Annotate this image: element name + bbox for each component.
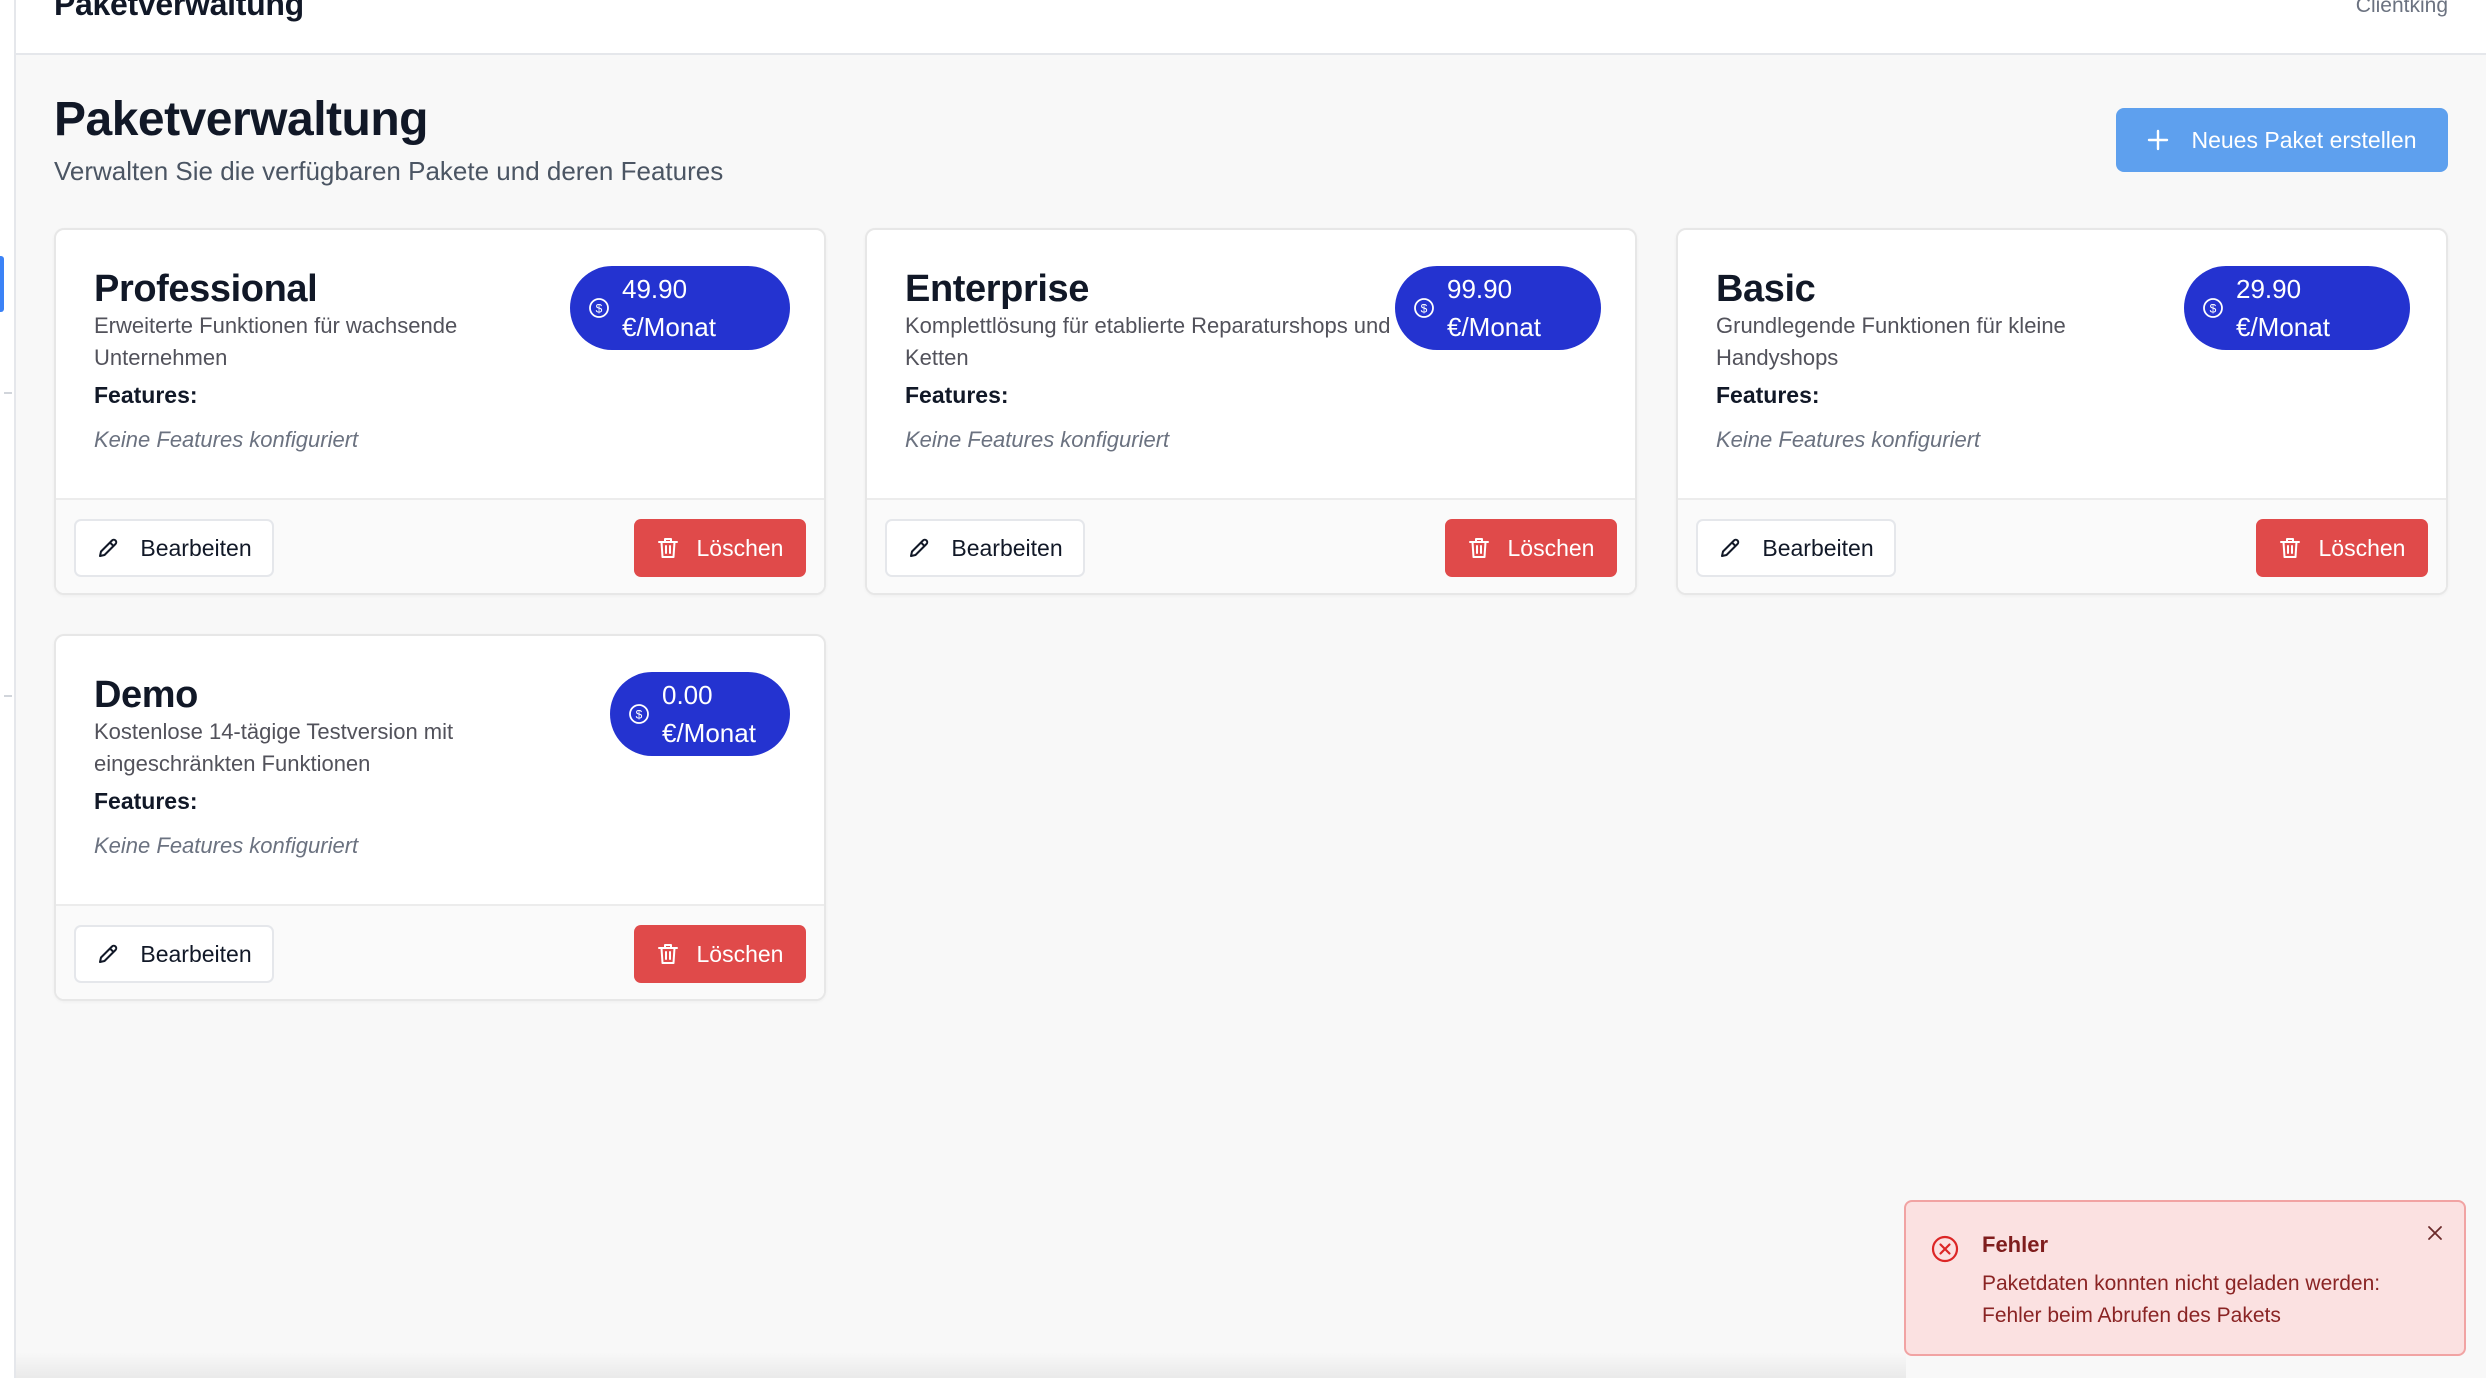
sidebar-divider: [4, 392, 12, 394]
delete-button[interactable]: Löschen: [634, 519, 806, 577]
features-label: Features:: [94, 382, 198, 408]
edit-button[interactable]: Bearbeiten: [885, 519, 1085, 577]
user-name[interactable]: Clientking: [2356, 0, 2448, 18]
package-name: Enterprise: [905, 268, 1089, 310]
package-name: Basic: [1716, 268, 1816, 310]
bottom-shadow: [16, 1352, 1906, 1378]
pencil-icon: [1718, 536, 1742, 560]
trash-icon: [1468, 536, 1490, 560]
trash-icon: [657, 942, 679, 966]
price-badge: $ 29.90 €/Monat: [2184, 266, 2410, 350]
dollar-circle-icon: $: [628, 703, 650, 725]
trash-icon: [657, 536, 679, 560]
page-title: Paketverwaltung: [54, 93, 428, 146]
package-description: Erweiterte Funktionen für wachsende Unte…: [94, 313, 458, 370]
plus-icon: [2147, 129, 2169, 151]
features-label: Features:: [905, 382, 1009, 408]
delete-button-label: Löschen: [2318, 534, 2406, 561]
delete-button[interactable]: Löschen: [1445, 519, 1617, 577]
package-description: Kostenlose 14-tägige Testversion mit ein…: [94, 719, 454, 776]
package-card-professional: Professional Erweiterte Funktionen für w…: [54, 228, 826, 595]
package-description: Komplettlösung für etablierte Reparaturs…: [905, 313, 1391, 370]
svg-text:$: $: [1421, 302, 1428, 316]
price-amount: 49.90: [622, 274, 688, 304]
edit-button-label: Bearbeiten: [951, 534, 1063, 561]
pencil-icon: [96, 942, 120, 966]
package-name: Professional: [94, 268, 318, 310]
close-icon: [2426, 1224, 2444, 1242]
features-empty-text: Keine Features konfiguriert: [94, 833, 359, 858]
sidebar: [0, 0, 16, 1378]
new-package-button[interactable]: Neues Paket erstellen: [2116, 108, 2448, 172]
price-badge: $ 99.90 €/Monat: [1395, 266, 1601, 350]
delete-button-label: Löschen: [696, 534, 784, 561]
page-subtitle: Verwalten Sie die verfügbaren Pakete und…: [54, 156, 724, 186]
card-footer: Bearbeiten Löschen: [56, 904, 824, 999]
features-label: Features:: [1716, 382, 1820, 408]
price-amount: 29.90: [2236, 274, 2302, 304]
price-unit: €/Monat: [622, 312, 716, 342]
toast-message: Paketdaten konnten nicht geladen werden:…: [1982, 1272, 2381, 1327]
card-footer: Bearbeiten Löschen: [1678, 498, 2446, 593]
package-card-demo: Demo Kostenlose 14-tägige Testversion mi…: [54, 634, 826, 1001]
delete-button-label: Löschen: [696, 940, 784, 967]
edit-button-label: Bearbeiten: [1762, 534, 1874, 561]
price-unit: €/Monat: [2236, 312, 2330, 342]
svg-text:$: $: [2210, 302, 2217, 316]
toast-close-button[interactable]: [2422, 1220, 2448, 1246]
dollar-circle-icon: $: [588, 297, 610, 319]
pencil-icon: [96, 536, 120, 560]
dollar-circle-icon: $: [1413, 297, 1435, 319]
trash-icon: [2279, 536, 2301, 560]
price-badge: $ 49.90 €/Monat: [570, 266, 790, 350]
package-card-basic: Basic Grundlegende Funktionen für kleine…: [1676, 228, 2448, 595]
edit-button-label: Bearbeiten: [140, 534, 252, 561]
features-empty-text: Keine Features konfiguriert: [905, 427, 1170, 452]
edit-button-label: Bearbeiten: [140, 940, 252, 967]
edit-button[interactable]: Bearbeiten: [1696, 519, 1896, 577]
sidebar-divider: [4, 695, 12, 697]
svg-text:$: $: [596, 302, 603, 316]
package-card-enterprise: Enterprise Komplettlösung für etablierte…: [865, 228, 1637, 595]
price-amount: 99.90: [1447, 274, 1513, 304]
toast-title: Fehler: [1982, 1232, 2049, 1257]
price-unit: €/Monat: [1447, 312, 1541, 342]
pencil-icon: [907, 536, 931, 560]
dollar-circle-icon: $: [2202, 297, 2224, 319]
card-footer: Bearbeiten Löschen: [56, 498, 824, 593]
card-footer: Bearbeiten Löschen: [867, 498, 1635, 593]
delete-button-label: Löschen: [1507, 534, 1595, 561]
svg-text:$: $: [636, 708, 643, 722]
price-badge: $ 0.00 €/Monat: [610, 672, 790, 756]
x-circle-icon: [1930, 1234, 1960, 1264]
features-empty-text: Keine Features konfiguriert: [1716, 427, 1981, 452]
sidebar-active-indicator: [0, 256, 4, 312]
top-header: Paketverwaltung Clientking: [16, 0, 2486, 55]
header-title: Paketverwaltung: [54, 0, 304, 22]
new-package-button-label: Neues Paket erstellen: [2191, 126, 2417, 153]
app-root: Paketverwaltung Clientking Paketverwaltu…: [0, 0, 2486, 1378]
delete-button[interactable]: Löschen: [634, 925, 806, 983]
features-empty-text: Keine Features konfiguriert: [94, 427, 359, 452]
error-toast: Fehler Paketdaten konnten nicht geladen …: [1904, 1200, 2466, 1356]
features-label: Features:: [94, 788, 198, 814]
edit-button[interactable]: Bearbeiten: [74, 925, 274, 983]
package-description: Grundlegende Funktionen für kleine Handy…: [1716, 313, 2066, 370]
price-unit: €/Monat: [662, 718, 756, 748]
edit-button[interactable]: Bearbeiten: [74, 519, 274, 577]
package-name: Demo: [94, 674, 198, 716]
delete-button[interactable]: Löschen: [2256, 519, 2428, 577]
price-amount: 0.00: [662, 680, 713, 710]
